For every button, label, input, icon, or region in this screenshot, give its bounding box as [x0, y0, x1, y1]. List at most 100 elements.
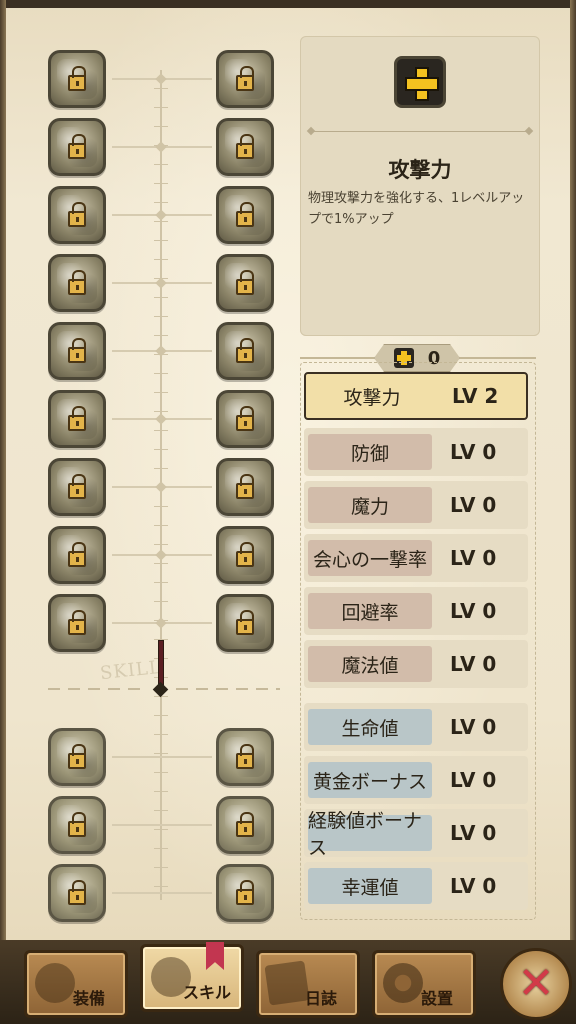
- frame-left: [0, 0, 6, 1024]
- lock-icon: [68, 880, 86, 905]
- lock-icon: [68, 610, 86, 635]
- stat-row-attack[interactable]: 攻撃力 LV 2: [304, 372, 528, 420]
- skill-info-panel: 攻撃力 物理攻撃力を強化する、1レベルアップで1%アップ: [300, 36, 540, 336]
- stat-level: LV 0: [450, 493, 497, 517]
- equipment-icon: [35, 963, 75, 1003]
- nav-journal-button[interactable]: 日誌: [256, 950, 360, 1018]
- journal-icon: [264, 960, 310, 1006]
- skill-slot-locked[interactable]: [216, 254, 274, 312]
- stat-level: LV 0: [450, 874, 497, 898]
- points-rule-left: [300, 357, 374, 359]
- gear-icon: [383, 963, 423, 1003]
- skill-slot-locked[interactable]: [48, 50, 106, 108]
- skill-progress-bar: [158, 640, 164, 688]
- lock-icon: [68, 406, 86, 431]
- skill-slot-locked[interactable]: [48, 864, 106, 922]
- lock-icon: [236, 744, 254, 769]
- stat-level: LV 0: [450, 546, 497, 570]
- skill-slot-locked[interactable]: [48, 796, 106, 854]
- lock-icon: [236, 338, 254, 363]
- branch-line: [112, 824, 212, 826]
- lock-icon: [236, 66, 254, 91]
- stat-label: 防御: [308, 434, 432, 470]
- stat-row-magic-power[interactable]: 魔力 LV 0: [304, 481, 528, 529]
- lock-icon: [68, 338, 86, 363]
- info-divider: [310, 131, 530, 132]
- stat-level: LV 0: [450, 715, 497, 739]
- stat-row-evasion[interactable]: 回避率 LV 0: [304, 587, 528, 635]
- branch-line: [112, 756, 212, 758]
- nav-label: 日誌: [305, 989, 338, 1008]
- skill-divider-left: [48, 688, 148, 690]
- skill-divider-right: [176, 688, 280, 690]
- skill-slot-locked[interactable]: [48, 118, 106, 176]
- close-button[interactable]: ✕: [500, 948, 572, 1020]
- lock-icon: [236, 406, 254, 431]
- nav-label: 設置: [421, 989, 454, 1008]
- stat-level: LV 0: [450, 821, 497, 845]
- lock-icon: [236, 134, 254, 159]
- skill-slot-locked[interactable]: [216, 594, 274, 652]
- skill-slot-locked[interactable]: [216, 322, 274, 380]
- skill-slot-locked[interactable]: [48, 594, 106, 652]
- skill-slot-locked[interactable]: [216, 50, 274, 108]
- branch-line: [112, 892, 212, 894]
- stat-label: 黄金ボーナス: [308, 762, 432, 798]
- skill-slot-locked[interactable]: [216, 118, 274, 176]
- lock-icon: [68, 744, 86, 769]
- nav-settings-button[interactable]: 設置: [372, 950, 476, 1018]
- nav-skill-button[interactable]: スキル: [140, 944, 244, 1012]
- plus-icon: [405, 67, 439, 101]
- skill-slot-locked[interactable]: [48, 322, 106, 380]
- skill-slot-locked[interactable]: [48, 254, 106, 312]
- skill-slot-locked[interactable]: [216, 458, 274, 516]
- lock-icon: [236, 542, 254, 567]
- nav-label: スキル: [183, 983, 232, 1002]
- frame-top: [0, 0, 576, 8]
- stat-label: 回避率: [308, 593, 432, 629]
- info-title: 攻撃力: [388, 158, 452, 182]
- stat-row-exp-bonus[interactable]: 経験値ボーナス LV 0: [304, 809, 528, 859]
- info-description: 物理攻撃力を強化する、1レベルアップで1%アップ: [308, 191, 525, 227]
- lock-icon: [236, 880, 254, 905]
- skill-slot-locked[interactable]: [48, 728, 106, 786]
- stat-row-luck[interactable]: 幸運値 LV 0: [304, 862, 528, 910]
- stat-level: LV 0: [450, 440, 497, 464]
- stat-row-defense[interactable]: 防御 LV 0: [304, 428, 528, 476]
- skill-slot-locked[interactable]: [216, 526, 274, 584]
- stat-label: 幸運値: [308, 868, 432, 904]
- lock-icon: [68, 270, 86, 295]
- selected-stat-icon-frame: [394, 56, 446, 108]
- skill-slot-locked[interactable]: [48, 458, 106, 516]
- skill-slot-locked[interactable]: [216, 796, 274, 854]
- stat-label: 攻撃力: [343, 386, 401, 409]
- nav-label: 装備: [73, 989, 106, 1008]
- skill-slot-locked[interactable]: [216, 728, 274, 786]
- lock-icon: [68, 66, 86, 91]
- lock-icon: [236, 270, 254, 295]
- stat-row-mana[interactable]: 魔法値 LV 0: [304, 640, 528, 688]
- skill-slot-locked[interactable]: [48, 526, 106, 584]
- stat-label: 魔力: [308, 487, 432, 523]
- stat-row-critical-rate[interactable]: 会心の一撃率 LV 0: [304, 534, 528, 582]
- lock-icon: [236, 610, 254, 635]
- stat-row-hp[interactable]: 生命値 LV 0: [304, 703, 528, 751]
- stat-level: LV 0: [450, 768, 497, 792]
- skill-slot-locked[interactable]: [216, 864, 274, 922]
- stat-level: LV 0: [450, 599, 497, 623]
- stat-label: 経験値ボーナス: [308, 810, 432, 859]
- skill-slot-locked[interactable]: [48, 390, 106, 448]
- points-rule-right: [460, 357, 536, 359]
- stat-level: LV 2: [452, 384, 499, 408]
- skill-slot-locked[interactable]: [48, 186, 106, 244]
- nav-equipment-button[interactable]: 装備: [24, 950, 128, 1018]
- lock-icon: [236, 812, 254, 837]
- lock-icon: [68, 542, 86, 567]
- lock-icon: [236, 474, 254, 499]
- stat-row-gold-bonus[interactable]: 黄金ボーナス LV 0: [304, 756, 528, 804]
- frame-right: [570, 0, 576, 1024]
- lock-icon: [68, 202, 86, 227]
- close-icon: ✕: [517, 958, 555, 1009]
- skill-slot-locked[interactable]: [216, 390, 274, 448]
- skill-slot-locked[interactable]: [216, 186, 274, 244]
